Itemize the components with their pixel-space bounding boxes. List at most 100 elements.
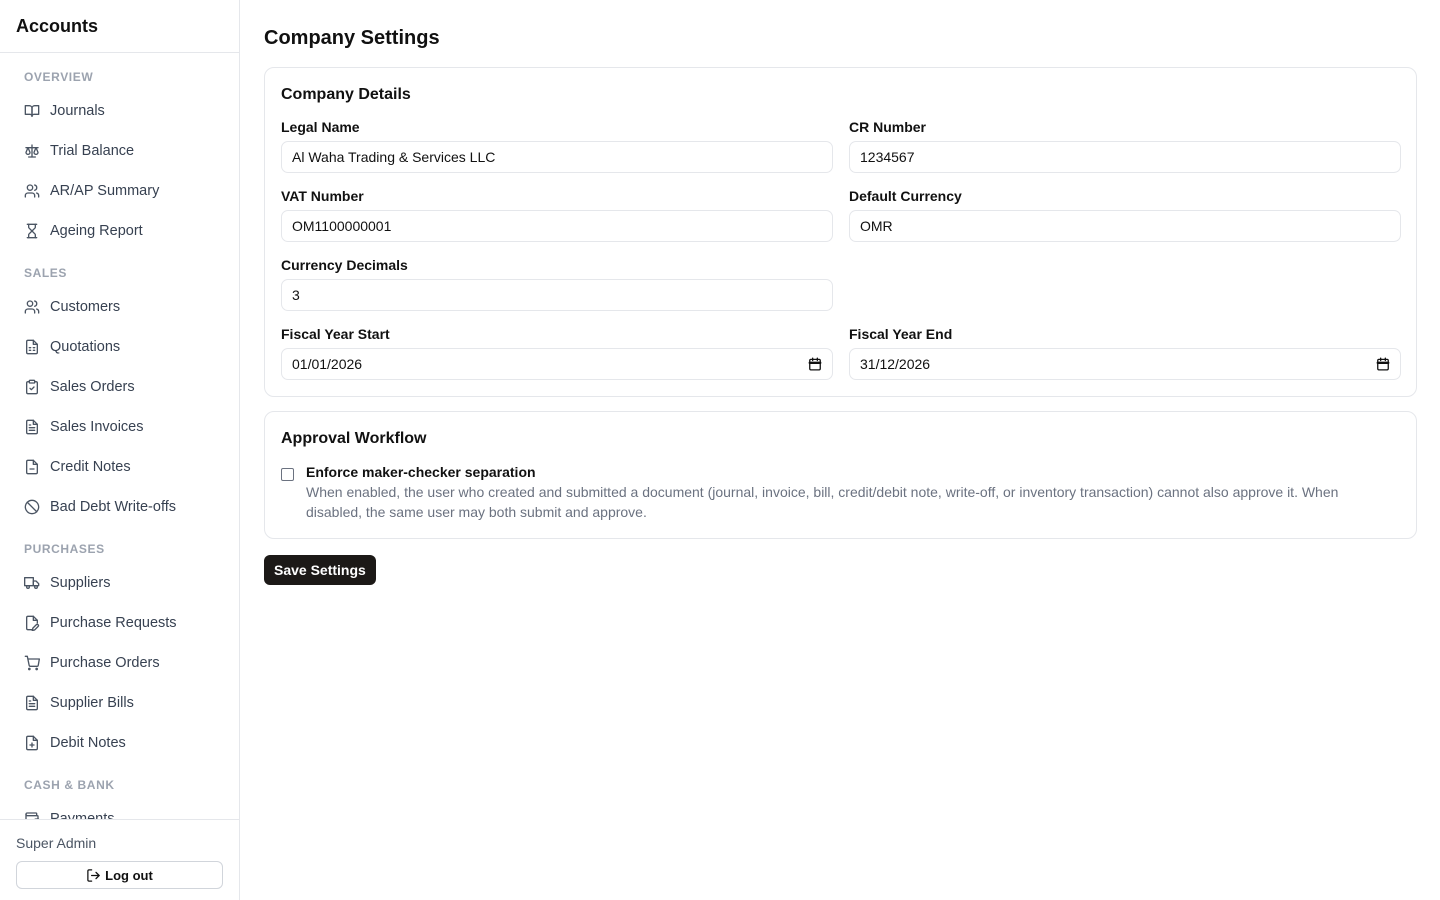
field-label: Fiscal Year Start bbox=[281, 326, 390, 342]
users-icon bbox=[24, 299, 40, 315]
field-label: Fiscal Year End bbox=[849, 326, 953, 342]
calendar-icon[interactable] bbox=[808, 357, 822, 371]
sidebar-item-label: Ageing Report bbox=[50, 223, 143, 239]
vat-number-input[interactable]: OM1100000001 bbox=[281, 210, 833, 242]
sidebar-item-suppliers[interactable]: Suppliers bbox=[0, 563, 239, 603]
input-value: 01/01/2026 bbox=[292, 356, 363, 372]
field-label: CR Number bbox=[849, 119, 927, 135]
section-title-overview: OVERVIEW bbox=[24, 70, 94, 84]
sidebar-nav: OVERVIEW Journals Trial Balance AR/AP Su… bbox=[0, 53, 239, 819]
sidebar-item-quotations[interactable]: Quotations bbox=[0, 327, 239, 367]
sidebar-item-label: Journals bbox=[50, 103, 105, 119]
sidebar-item-sales-orders[interactable]: Sales Orders bbox=[0, 367, 239, 407]
logout-button[interactable]: Log out bbox=[16, 861, 223, 889]
maker-checker-description: When enabled, the user who created and s… bbox=[306, 484, 1339, 520]
sidebar-item-label: Purchase Orders bbox=[50, 655, 160, 671]
hourglass-icon bbox=[24, 223, 40, 239]
default-currency-field: Default Currency OMR bbox=[849, 187, 1401, 242]
sidebar-item-purchase-orders[interactable]: Purchase Orders bbox=[0, 643, 239, 683]
sidebar-item-sales-invoices[interactable]: Sales Invoices bbox=[0, 407, 239, 447]
user-area: Super Admin Log out bbox=[0, 819, 239, 900]
company-details-card: Company Details Legal Name Al Waha Tradi… bbox=[264, 67, 1417, 397]
sidebar-item-label: Customers bbox=[50, 299, 121, 315]
clipboard-check-icon bbox=[24, 379, 40, 395]
sidebar-item-label: AR/AP Summary bbox=[50, 183, 160, 199]
sidebar-item-label: Bad Debt Write-offs bbox=[50, 499, 176, 515]
legal-name-input[interactable]: Al Waha Trading & Services LLC bbox=[281, 141, 833, 173]
section-title-sales: SALES bbox=[24, 266, 68, 280]
sidebar-item-label: Sales Orders bbox=[50, 379, 135, 395]
sidebar-item-credit-notes[interactable]: Credit Notes bbox=[0, 447, 239, 487]
page-title: Company Settings bbox=[264, 27, 440, 49]
save-settings-button[interactable]: Save Settings bbox=[264, 555, 376, 585]
field-label: Currency Decimals bbox=[281, 257, 408, 273]
field-label: Default Currency bbox=[849, 188, 962, 204]
sidebar-item-bad-debt-write-offs[interactable]: Bad Debt Write-offs bbox=[0, 487, 239, 527]
fiscal-year-start-field: Fiscal Year Start 01/01/2026 bbox=[281, 325, 833, 380]
sidebar-item-purchase-requests[interactable]: Purchase Requests bbox=[0, 603, 239, 643]
section-title-cash-bank: CASH & BANK bbox=[24, 778, 115, 792]
input-value: 1234567 bbox=[860, 149, 915, 165]
input-value: 31/12/2026 bbox=[860, 356, 931, 372]
input-value: OMR bbox=[860, 218, 893, 234]
input-value: 3 bbox=[292, 287, 300, 303]
ban-icon bbox=[24, 499, 40, 515]
sidebar-item-label: Trial Balance bbox=[50, 143, 135, 159]
sidebar-item-label: Suppliers bbox=[50, 575, 111, 591]
maker-checker-row: Enforce maker-checker separation When en… bbox=[281, 462, 1400, 522]
sidebar-item-debit-notes[interactable]: Debit Notes bbox=[0, 723, 239, 763]
approval-workflow-card: Approval Workflow Enforce maker-checker … bbox=[264, 411, 1417, 539]
sidebar-item-label: Quotations bbox=[50, 339, 121, 355]
legal-name-field: Legal Name Al Waha Trading & Services LL… bbox=[281, 118, 833, 173]
users-icon bbox=[24, 183, 40, 199]
file-text-icon bbox=[24, 419, 40, 435]
fiscal-year-start-input[interactable]: 01/01/2026 bbox=[281, 348, 833, 380]
default-currency-input[interactable]: OMR bbox=[849, 210, 1401, 242]
cr-number-input[interactable]: 1234567 bbox=[849, 141, 1401, 173]
shopping-cart-icon bbox=[24, 655, 40, 671]
field-label: VAT Number bbox=[281, 188, 364, 204]
input-value: Al Waha Trading & Services LLC bbox=[292, 149, 496, 165]
logout-label: Log out bbox=[105, 867, 153, 883]
sidebar-item-label: Sales Invoices bbox=[50, 419, 144, 435]
vat-number-field: VAT Number OM1100000001 bbox=[281, 187, 833, 242]
file-text-icon bbox=[24, 695, 40, 711]
field-label: Legal Name bbox=[281, 119, 360, 135]
fiscal-year-end-input[interactable]: 31/12/2026 bbox=[849, 348, 1401, 380]
scale-icon bbox=[24, 143, 40, 159]
sidebar-item-label: Credit Notes bbox=[50, 459, 131, 475]
sidebar-item-label: Supplier Bills bbox=[50, 695, 134, 711]
sidebar-item-label: Debit Notes bbox=[50, 735, 126, 751]
main-content: Company Settings Company Details Legal N… bbox=[264, 0, 1417, 585]
file-pen-icon bbox=[24, 615, 40, 631]
card-title: Company Details bbox=[281, 86, 411, 103]
truck-icon bbox=[24, 575, 40, 591]
app-title: Accounts bbox=[0, 0, 239, 53]
card-title: Approval Workflow bbox=[281, 430, 427, 447]
wallet-icon bbox=[24, 811, 40, 819]
sidebar-item-payments[interactable]: Payments bbox=[0, 799, 239, 819]
sidebar-item-ageing-report[interactable]: Ageing Report bbox=[0, 211, 239, 251]
input-value: OM1100000001 bbox=[292, 218, 392, 234]
file-plus-icon bbox=[24, 735, 40, 751]
maker-checker-label: Enforce maker-checker separation bbox=[306, 464, 536, 480]
sidebar-item-customers[interactable]: Customers bbox=[0, 287, 239, 327]
sidebar-item-ar-ap-summary[interactable]: AR/AP Summary bbox=[0, 171, 239, 211]
book-open-icon bbox=[24, 103, 40, 119]
sidebar: Accounts OVERVIEW Journals Trial Balance… bbox=[0, 0, 240, 900]
cr-number-field: CR Number 1234567 bbox=[849, 118, 1401, 173]
sidebar-item-label: Payments bbox=[50, 811, 115, 819]
calendar-icon[interactable] bbox=[1376, 357, 1390, 371]
sidebar-item-supplier-bills[interactable]: Supplier Bills bbox=[0, 683, 239, 723]
sidebar-item-journals[interactable]: Journals bbox=[0, 91, 239, 131]
file-icon bbox=[24, 459, 40, 475]
user-name: Super Admin bbox=[16, 835, 97, 851]
fiscal-year-end-field: Fiscal Year End 31/12/2026 bbox=[849, 325, 1401, 380]
maker-checker-checkbox[interactable] bbox=[281, 468, 294, 481]
file-spreadsheet-icon bbox=[24, 339, 40, 355]
sidebar-item-label: Purchase Requests bbox=[50, 615, 177, 631]
currency-decimals-input[interactable]: 3 bbox=[281, 279, 833, 311]
section-title-purchases: PURCHASES bbox=[24, 542, 105, 556]
sidebar-item-trial-balance[interactable]: Trial Balance bbox=[0, 131, 239, 171]
log-out-icon bbox=[87, 868, 100, 882]
